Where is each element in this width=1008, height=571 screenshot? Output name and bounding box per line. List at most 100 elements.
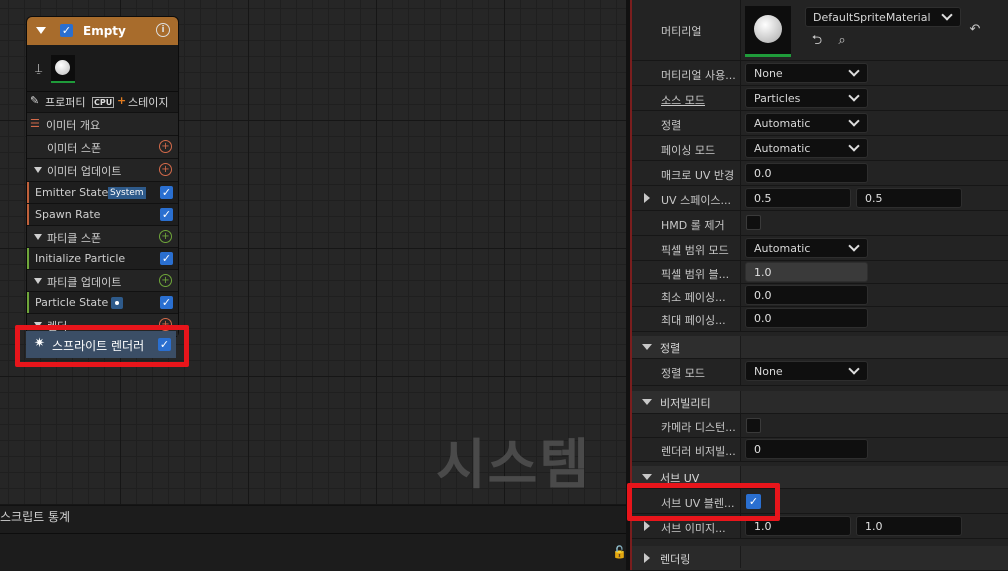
- module-particle-state[interactable]: Particle State ✓: [27, 291, 178, 314]
- module-emitter-state[interactable]: Emitter State System ✓: [27, 181, 178, 204]
- add-module-icon[interactable]: +: [159, 163, 172, 176]
- add-stage-icon[interactable]: +: [117, 94, 126, 107]
- renderer-vis-label: 렌더러 비저빌...: [661, 445, 736, 458]
- highlight-sprite-renderer: [15, 325, 189, 367]
- module-spawn-rate[interactable]: Spawn Rate ✓: [27, 203, 178, 226]
- facing-mode-label: 페이싱 모드: [661, 144, 716, 157]
- particle-spawn-row[interactable]: 파티클 스폰 +: [27, 225, 178, 248]
- sort-mode-dropdown[interactable]: None: [745, 361, 868, 381]
- system-watermark: 시스템: [436, 433, 592, 496]
- particle-update-label: 파티클 업데이트: [47, 276, 122, 289]
- properties-button[interactable]: 프로퍼티: [45, 94, 85, 110]
- section-sort-title: 정렬: [660, 342, 681, 355]
- emitter-spawn-row[interactable]: 이미터 스폰 +: [27, 135, 178, 158]
- emitter-state-label: Emitter State: [35, 186, 109, 199]
- expand-arrow-icon[interactable]: [34, 278, 42, 284]
- add-module-icon[interactable]: +: [159, 274, 172, 287]
- expand-arrow-icon[interactable]: [644, 521, 650, 531]
- hmd-checkbox[interactable]: [746, 215, 761, 230]
- subimage-label: 서브 이미지...: [661, 522, 726, 535]
- particle-spawn-label: 파티클 스폰: [47, 232, 102, 245]
- pixel-cov-blend-label: 픽셀 범위 블...: [661, 268, 730, 281]
- section-visibility[interactable]: 비저빌리티: [632, 391, 1008, 414]
- camera-dist-checkbox[interactable]: [746, 418, 761, 433]
- material-dropdown[interactable]: DefaultSpriteMaterial: [805, 7, 961, 27]
- pixel-cov-blend-row: 픽셀 범위 블... 1.0: [632, 261, 1008, 284]
- camera-dist-row: 카메라 디스턴...: [632, 414, 1008, 438]
- uv-space-row: UV 스페이스... 0.5 0.5: [632, 186, 1008, 211]
- macro-uv-input[interactable]: 0.0: [745, 163, 868, 183]
- emitter-thumbnail[interactable]: [51, 55, 75, 83]
- emitter-thumbnail-row: ⍊: [27, 47, 178, 91]
- script-stats-title[interactable]: 스크립트 통계: [0, 508, 70, 525]
- module-initialize-particle[interactable]: Initialize Particle ✓: [27, 247, 178, 270]
- facing-mode-dropdown[interactable]: Automatic: [745, 138, 868, 158]
- emitter-overview-row[interactable]: ☰ 이미터 개요: [27, 112, 178, 135]
- max-facing-input[interactable]: 0.0: [745, 308, 868, 328]
- add-module-icon[interactable]: +: [159, 230, 172, 243]
- browse-folder-icon[interactable]: ⌕: [835, 34, 849, 48]
- alignment-row: 정렬 Automatic: [632, 111, 1008, 136]
- initialize-particle-checkbox[interactable]: ✓: [160, 252, 173, 265]
- material-row: 머티리얼 DefaultSpriteMaterial ⮌ ⌕ ↶: [632, 0, 1008, 61]
- max-facing-row: 최대 페이싱... 0.0: [632, 307, 1008, 332]
- material-usage-label: 머티리얼 사용...: [661, 69, 736, 82]
- person-icon: ⍊: [35, 61, 43, 75]
- emitter-header[interactable]: ✓ Empty i: [27, 17, 178, 45]
- emitter-state-checkbox[interactable]: ✓: [160, 186, 173, 199]
- emitter-enable-checkbox[interactable]: ✓: [60, 24, 73, 37]
- hmd-label: HMD 롤 제거: [661, 219, 725, 232]
- pencil-icon: ✎: [30, 94, 40, 107]
- section-sort[interactable]: 정렬: [632, 336, 1008, 359]
- camera-dist-label: 카메라 디스턴...: [661, 421, 736, 434]
- expand-arrow-icon[interactable]: [34, 234, 42, 240]
- add-module-icon[interactable]: +: [159, 140, 172, 153]
- material-usage-row: 머티리얼 사용... None: [632, 61, 1008, 86]
- macro-uv-label: 매크로 UV 반경: [661, 169, 735, 182]
- emitter-title: Empty: [83, 24, 126, 38]
- macro-uv-row: 매크로 UV 반경 0.0: [632, 161, 1008, 186]
- uv-space-y-input[interactable]: 0.5: [856, 188, 962, 208]
- facing-mode-row: 페이싱 모드 Automatic: [632, 136, 1008, 161]
- min-facing-input[interactable]: 0.0: [745, 285, 868, 305]
- particle-update-row[interactable]: 파티클 업데이트 +: [27, 269, 178, 292]
- pixel-cov-blend-input[interactable]: 1.0: [745, 262, 868, 282]
- list-icon: ☰: [30, 117, 40, 130]
- renderer-vis-input[interactable]: 0: [745, 439, 868, 459]
- cpu-badge: CPU: [92, 97, 115, 108]
- subimage-y-input[interactable]: 1.0: [856, 516, 962, 536]
- emitter-node[interactable]: ✓ Empty i ⍊ ✎ 프로퍼티 CPU + 스테이지 ☰ 이미터 개요 이…: [26, 16, 179, 338]
- material-usage-dropdown[interactable]: None: [745, 63, 868, 83]
- material-thumbnail[interactable]: [745, 6, 791, 57]
- pixel-cov-mode-label: 픽셀 범위 모드: [661, 244, 729, 257]
- alignment-dropdown[interactable]: Automatic: [745, 113, 868, 133]
- source-mode-label: 소스 모드: [661, 94, 705, 107]
- emitter-update-label: 이미터 업데이트: [47, 165, 122, 178]
- emitter-spawn-label: 이미터 스폰: [47, 142, 102, 155]
- initialize-particle-label: Initialize Particle: [35, 252, 126, 265]
- spawn-rate-checkbox[interactable]: ✓: [160, 208, 173, 221]
- pixel-cov-mode-row: 픽셀 범위 모드 Automatic: [632, 236, 1008, 261]
- particle-state-checkbox[interactable]: ✓: [160, 296, 173, 309]
- emitter-update-row[interactable]: 이미터 업데이트 +: [27, 158, 178, 181]
- hmd-row: HMD 롤 제거: [632, 211, 1008, 236]
- stage-button[interactable]: 스테이지: [128, 94, 168, 110]
- particle-state-label: Particle State: [35, 296, 109, 309]
- browse-back-icon[interactable]: ⮌: [810, 34, 824, 48]
- highlight-subuv-blend: [627, 483, 780, 521]
- expand-arrow-icon[interactable]: [644, 193, 650, 203]
- lock-icon[interactable]: 🔓: [612, 545, 627, 559]
- uv-space-label: UV 스페이스...: [661, 194, 732, 207]
- emitter-toolbar: ✎ 프로퍼티 CPU + 스테이지: [27, 91, 178, 112]
- pixel-cov-mode-dropdown[interactable]: Automatic: [745, 238, 868, 258]
- divider: [0, 533, 626, 534]
- reset-icon[interactable]: ↶: [968, 23, 982, 37]
- info-icon[interactable]: i: [156, 23, 170, 37]
- expand-arrow-icon[interactable]: [34, 167, 42, 173]
- alignment-label: 정렬: [661, 119, 682, 132]
- source-mode-dropdown[interactable]: Particles: [745, 88, 868, 108]
- collapse-arrow-icon[interactable]: [36, 27, 46, 34]
- uv-space-x-input[interactable]: 0.5: [745, 188, 851, 208]
- section-rendering[interactable]: 렌더링: [632, 546, 1008, 571]
- min-facing-row: 최소 페이싱... 0.0: [632, 284, 1008, 307]
